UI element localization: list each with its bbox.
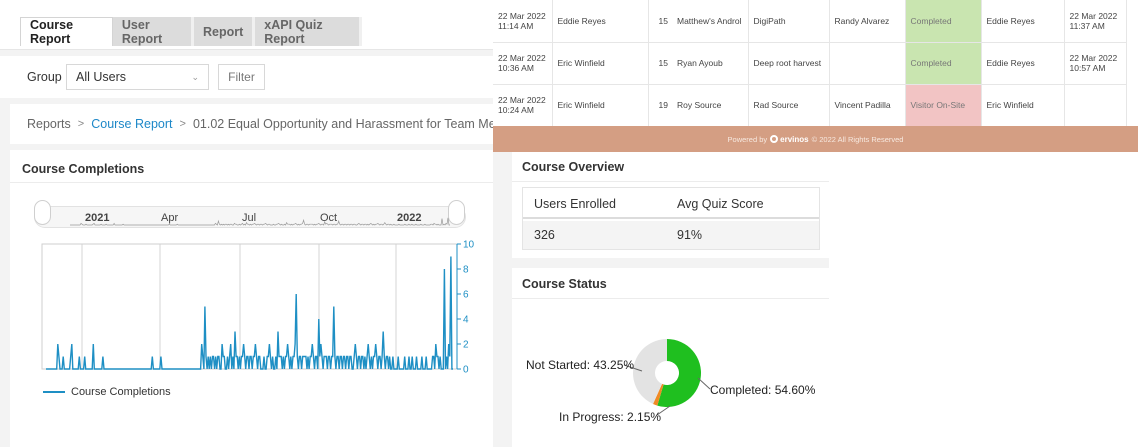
row-instructor: Vincent Padilla: [829, 84, 906, 127]
report-table-area: 22 Mar 2022 11:14 AM Eddie Reyes 15 Matthew…: [493, 0, 1138, 127]
row-completed-date: 22 Mar 2022 11:37 AM: [1064, 0, 1127, 43]
row-course: Deep root harvest: [748, 42, 830, 85]
tab-user-report[interactable]: User Report: [113, 17, 194, 46]
y-tick-label: 10: [463, 240, 475, 251]
tabs-card: Course Report User Report Report xAPI Qu…: [0, 0, 493, 50]
row-number: 19: [648, 84, 672, 127]
tab-course-report[interactable]: Course Report: [20, 17, 113, 46]
row-user: Eddie Reyes: [552, 0, 649, 43]
y-tick-label: 2: [463, 340, 469, 351]
group-select-value: All Users: [76, 70, 127, 84]
y-tick-label: 8: [463, 265, 469, 276]
row-completed-date: 22 Mar 2022 10:57 AM: [1064, 42, 1127, 85]
logo-icon: [770, 135, 779, 143]
row-status: Completed: [905, 0, 982, 43]
y-tick-label: 4: [463, 315, 469, 326]
footer-powered: Powered by: [727, 134, 768, 144]
brand-name: ervinos: [780, 134, 809, 144]
chevron-right-icon: >: [179, 118, 186, 130]
row-user: Eric Winfield: [552, 42, 649, 85]
pie-label-in-progress: In Progress: 2.15%: [559, 410, 662, 424]
powered-by-footer: Powered by ervinos © 2022 All Rights Res…: [493, 126, 1138, 152]
row-date: 22 Mar 2022 11:14 AM: [493, 0, 553, 43]
avg-quiz-score-header: Avg Quiz Score: [677, 197, 764, 211]
row-number: 15: [648, 42, 672, 85]
row-course: Rad Source: [748, 84, 830, 127]
row-student: Matthew's Androl: [672, 0, 749, 43]
row-date: 22 Mar 2022 10:36 AM: [493, 42, 553, 85]
navigator-series: [70, 217, 450, 226]
table-row[interactable]: 22 Mar 2022 10:24 AM Eric Winfield 19 Roy S…: [493, 84, 1127, 127]
row-student: Roy Source: [672, 84, 749, 127]
row-date: 22 Mar 2022 10:24 AM: [493, 84, 553, 127]
filter-button[interactable]: Filter: [218, 64, 265, 90]
chevron-down-icon: ⌄: [191, 71, 199, 82]
row-completed-by: Eddie Reyes: [981, 42, 1065, 85]
empty-area: [829, 152, 1138, 447]
pie-label-not-started: Not Started: 43.25%: [526, 358, 635, 372]
row-status: Visitor On-Site: [905, 84, 982, 127]
series-line-course-completions: [46, 256, 453, 370]
tab-report[interactable]: Report: [194, 17, 256, 46]
group-select[interactable]: All Users ⌄: [66, 64, 209, 90]
course-completions-card: Course Completions 2021 Apr Jul Oct 2022…: [10, 150, 493, 447]
footer-rights: © 2022 All Rights Reserved: [811, 134, 904, 144]
breadcrumb-reports[interactable]: Reports: [27, 117, 71, 131]
row-instructor: Randy Alvarez: [829, 0, 906, 43]
filter-card: Group All Users ⌄ Filter: [0, 56, 493, 98]
row-course: DigiPath: [748, 0, 830, 43]
brand-logo: ervinos: [770, 134, 809, 144]
overview-header: Users Enrolled Avg Quiz Score: [523, 188, 819, 219]
chevron-right-icon: >: [77, 118, 85, 130]
row-instructor: [829, 42, 906, 85]
breadcrumb-current: 01.02 Equal Opportunity and Harassment f…: [192, 117, 531, 131]
users-enrolled-value: 326: [534, 228, 555, 242]
users-enrolled-header: Users Enrolled: [534, 197, 616, 211]
y-tick-label: 6: [463, 290, 469, 301]
course-status-card: Course Status Not Started: 43.25% Comple…: [512, 268, 829, 447]
tab-xapi-quiz-report[interactable]: xAPI Quiz Report: [255, 17, 362, 46]
y-tick-label: 0: [463, 365, 469, 376]
group-label: Group: [27, 70, 62, 84]
course-overview-card: Course Overview Users Enrolled Avg Quiz …: [512, 152, 829, 258]
breadcrumb: Reports > Course Report > 01.02 Equal Op…: [10, 104, 530, 144]
overview-table: Users Enrolled Avg Quiz Score 326 91%: [522, 187, 820, 250]
chart-legend[interactable]: Course Completions: [43, 386, 171, 398]
row-completed-by: Eddie Reyes: [981, 0, 1065, 43]
divider: [512, 181, 829, 182]
row-student: Ryan Ayoub: [672, 42, 749, 85]
row-completed-date: [1064, 84, 1127, 127]
table-row[interactable]: 22 Mar 2022 11:14 AM Eddie Reyes 15 Matthew…: [493, 0, 1127, 43]
legend-label: Course Completions: [71, 386, 171, 398]
plot-frame: [41, 243, 458, 370]
report-table: 22 Mar 2022 11:14 AM Eddie Reyes 15 Matthew…: [493, 0, 1127, 127]
app-root: Course Report User Report Report xAPI Qu…: [0, 0, 1138, 447]
row-user: Eric Winfield: [552, 84, 649, 127]
pie-leader-line: [697, 377, 711, 390]
row-status: Completed: [905, 42, 982, 85]
row-number: 15: [648, 0, 672, 43]
course-completions-chart: 0 2 4 6 8 10: [41, 217, 475, 376]
legend-swatch: [43, 391, 65, 393]
overview-row: 326 91%: [523, 221, 819, 249]
table-row[interactable]: 22 Mar 2022 10:36 AM Eric Winfield 15 Ryan …: [493, 42, 1127, 85]
course-overview-title: Course Overview: [522, 160, 625, 174]
row-completed-by: Eric Winfield: [981, 84, 1065, 127]
breadcrumb-course-report-link[interactable]: Course Report: [91, 117, 172, 131]
report-tabs: Course Report User Report Report xAPI Qu…: [20, 17, 362, 46]
avg-quiz-score-value: 91%: [677, 228, 703, 242]
pie-label-completed: Completed: 54.60%: [710, 383, 816, 397]
